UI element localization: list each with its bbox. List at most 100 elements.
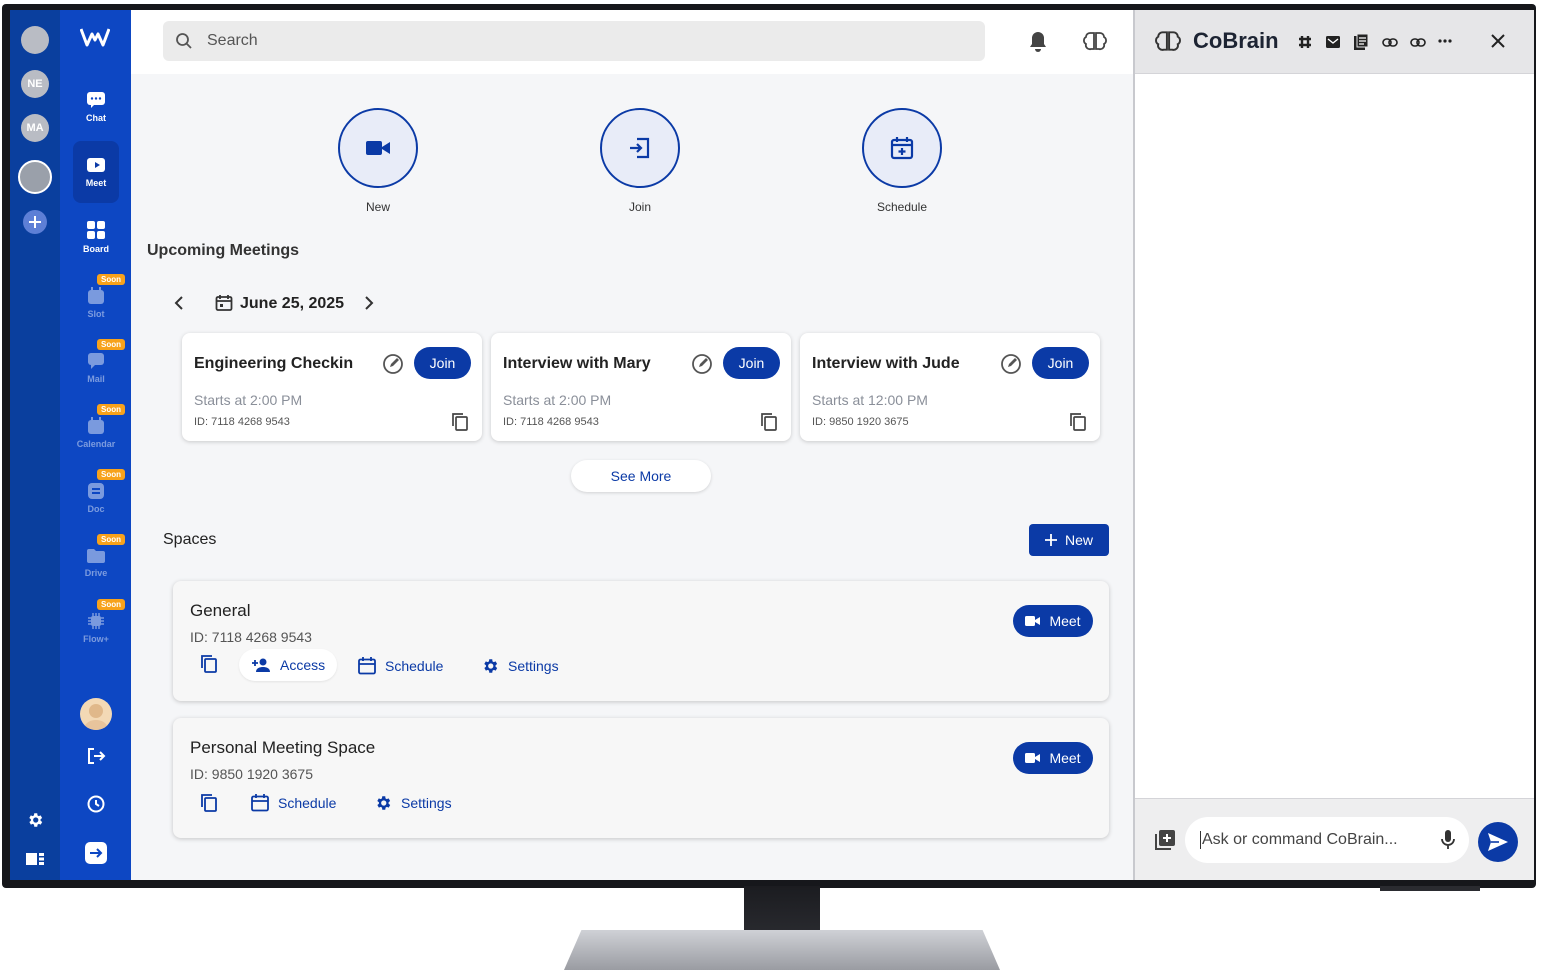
- search-input[interactable]: [207, 32, 907, 50]
- settings-icon[interactable]: [26, 811, 44, 829]
- meeting-title: Interview with Mary: [503, 355, 651, 372]
- prev-day-icon[interactable]: [173, 296, 185, 310]
- workspace-ma[interactable]: MA: [21, 114, 49, 142]
- monitor-lip: [1380, 886, 1480, 891]
- video-camera-icon: [1025, 753, 1041, 763]
- access-button[interactable]: Access: [239, 649, 338, 681]
- join-button[interactable]: Join: [1032, 347, 1089, 379]
- schedule-meeting-button[interactable]: [862, 108, 942, 188]
- logout-icon[interactable]: [86, 746, 106, 766]
- see-more-button[interactable]: See More: [571, 460, 711, 492]
- chip-icon: [88, 613, 104, 629]
- schedule-button[interactable]: Schedule: [358, 657, 443, 675]
- mail-icon[interactable]: [1326, 36, 1340, 48]
- settings-button[interactable]: Settings: [374, 794, 452, 812]
- bell-icon[interactable]: [1028, 31, 1048, 53]
- search-bar[interactable]: [163, 21, 985, 61]
- app-logo: [80, 26, 110, 48]
- new-meeting-button[interactable]: [338, 108, 418, 188]
- history-icon[interactable]: [86, 794, 106, 814]
- document-icon[interactable]: [1354, 34, 1368, 50]
- join-icon: [630, 137, 650, 159]
- plus-icon: [29, 216, 41, 228]
- meeting-card[interactable]: Interview with Mary Join Starts at 2:00 …: [491, 333, 791, 441]
- microphone-icon[interactable]: [1441, 830, 1455, 850]
- space-id: ID: 9850 1920 3675: [190, 766, 313, 782]
- video-camera-icon: [87, 158, 105, 172]
- nav-meet[interactable]: Meet: [73, 141, 119, 203]
- copy-icon[interactable]: [201, 794, 217, 812]
- workspace-ne[interactable]: NE: [21, 70, 49, 98]
- add-workspace-button[interactable]: [23, 210, 47, 234]
- space-card: General ID: 7118 4268 9543 Meet Access S…: [173, 581, 1109, 701]
- cobrain-footer: [1135, 798, 1534, 880]
- schedule-meeting-label: Schedule: [876, 200, 928, 214]
- nav-calendar[interactable]: Soon Calendar: [73, 402, 125, 464]
- meeting-card[interactable]: Interview with Jude Join Starts at 12:00…: [800, 333, 1100, 441]
- calendar-icon: [88, 417, 104, 434]
- layout-icon[interactable]: [26, 851, 44, 867]
- date-label: June 25, 2025: [240, 295, 345, 312]
- nav-mail[interactable]: Soon Mail: [73, 337, 125, 399]
- soon-badge: Soon: [97, 534, 125, 545]
- add-attachment-icon[interactable]: [1155, 830, 1175, 850]
- space-id: ID: 7118 4268 9543: [190, 629, 312, 645]
- user-avatar[interactable]: [80, 698, 112, 730]
- meeting-id: ID: 7118 4268 9543: [194, 416, 290, 428]
- nav-doc[interactable]: Soon Doc: [73, 467, 125, 529]
- copy-icon[interactable]: [201, 655, 217, 673]
- join-button[interactable]: Join: [723, 347, 780, 379]
- meeting-id: ID: 7118 4268 9543: [503, 416, 599, 428]
- new-space-button[interactable]: New: [1029, 524, 1109, 556]
- main-content: New Join Schedule Upcoming Meetings June…: [131, 10, 1133, 880]
- meeting-start-time: Starts at 12:00 PM: [812, 392, 928, 408]
- send-button[interactable]: [1478, 822, 1518, 862]
- brain-icon[interactable]: [1083, 30, 1107, 52]
- link-icon[interactable]: [1410, 38, 1426, 47]
- nav-board[interactable]: Board: [73, 206, 119, 268]
- link-icon[interactable]: [1382, 38, 1398, 47]
- meeting-start-time: Starts at 2:00 PM: [503, 392, 612, 408]
- nav-chat[interactable]: Chat: [73, 76, 119, 138]
- space-name: General: [190, 601, 251, 620]
- schedule-button[interactable]: Schedule: [251, 794, 336, 812]
- copy-icon[interactable]: [1070, 413, 1086, 431]
- calendar-add-icon: [890, 137, 914, 160]
- more-icon[interactable]: [1438, 39, 1452, 43]
- settings-button[interactable]: Settings: [481, 657, 559, 675]
- cobrain-panel: CoBrain: [1135, 10, 1534, 880]
- calendar-icon: [358, 657, 376, 675]
- nav-slot[interactable]: Soon Slot: [73, 272, 125, 334]
- workspace-avatar[interactable]: [21, 26, 49, 54]
- nav-flow[interactable]: Soon Flow+: [73, 597, 125, 659]
- meet-button[interactable]: Meet: [1013, 605, 1093, 637]
- workspace-active[interactable]: [18, 160, 52, 194]
- join-button[interactable]: Join: [414, 347, 471, 379]
- join-meeting-button[interactable]: [600, 108, 680, 188]
- ask-input[interactable]: [1200, 831, 1430, 849]
- copy-icon[interactable]: [761, 413, 777, 431]
- ask-field[interactable]: [1185, 817, 1469, 863]
- meeting-card[interactable]: Engineering Checkin Join Starts at 2:00 …: [182, 333, 482, 441]
- collapse-arrow-icon[interactable]: [85, 842, 107, 864]
- soon-badge: Soon: [97, 469, 125, 480]
- space-name: Personal Meeting Space: [190, 738, 376, 757]
- nav-drive[interactable]: Soon Drive: [73, 532, 125, 594]
- next-day-icon[interactable]: [363, 296, 375, 310]
- edit-icon[interactable]: [1000, 353, 1022, 375]
- meet-button[interactable]: Meet: [1013, 742, 1093, 774]
- edit-icon[interactable]: [691, 353, 713, 375]
- workspace-rail: NE MA: [10, 10, 60, 880]
- slack-icon[interactable]: [1298, 35, 1312, 49]
- gear-icon: [484, 659, 498, 673]
- meeting-id: ID: 9850 1920 3675: [812, 416, 909, 428]
- soon-badge: Soon: [97, 404, 125, 415]
- cobrain-title: CoBrain: [1193, 28, 1279, 53]
- edit-icon[interactable]: [382, 353, 404, 375]
- video-camera-icon: [366, 141, 390, 155]
- top-bar: [131, 10, 1133, 74]
- brain-icon: [1155, 29, 1181, 53]
- copy-icon[interactable]: [452, 413, 468, 431]
- close-icon[interactable]: [1490, 33, 1506, 49]
- soon-badge: Soon: [97, 274, 125, 285]
